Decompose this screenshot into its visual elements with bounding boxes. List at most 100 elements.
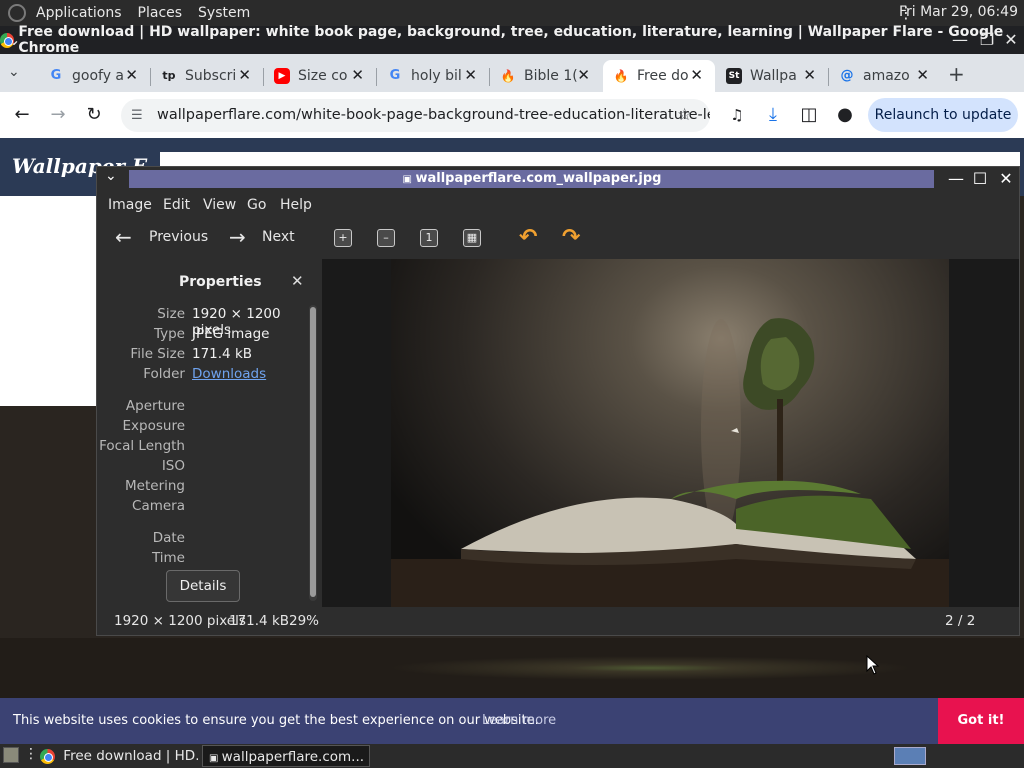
tab-search-icon[interactable]: ⌄ bbox=[8, 64, 20, 80]
site-content-panel bbox=[0, 196, 96, 406]
normal-size-icon[interactable]: 1 bbox=[420, 229, 438, 247]
next-icon[interactable]: → bbox=[229, 225, 246, 249]
details-button[interactable]: Details bbox=[166, 570, 240, 602]
maximize-icon[interactable]: ❐ bbox=[977, 30, 997, 50]
properties-close-icon[interactable]: ✕ bbox=[291, 272, 304, 290]
wallpaper-image bbox=[391, 259, 949, 607]
prop-label: ISO bbox=[161, 458, 185, 474]
tab-label: Wallpa bbox=[750, 68, 797, 84]
cookie-banner: This website uses cookies to ensure you … bbox=[0, 698, 1024, 744]
tab-close-icon[interactable]: ✕ bbox=[238, 66, 251, 84]
tab-close-icon[interactable]: ✕ bbox=[577, 66, 590, 84]
system-menu[interactable]: System bbox=[190, 5, 258, 21]
menu-go[interactable]: Go bbox=[247, 197, 266, 213]
flame-icon: 🔥 bbox=[613, 69, 629, 83]
flame-icon: 🔥 bbox=[500, 69, 516, 83]
applications-menu[interactable]: Applications bbox=[28, 5, 130, 21]
viewer-toolbar: ← Previous → Next + – 1 ▦ ↶ ↷ bbox=[97, 219, 1019, 259]
tab-wallpaper[interactable]: St Wallpa ✕ bbox=[716, 60, 828, 92]
prop-label: Camera bbox=[132, 498, 185, 514]
menu-view[interactable]: View bbox=[203, 197, 236, 213]
tab-strip: G goofy a ✕ tp Subscri ✕ ▶ Size co ✕ G h… bbox=[0, 54, 1024, 92]
tab-label: holy bil bbox=[411, 68, 462, 84]
tab-holy-bible[interactable]: G holy bil ✕ bbox=[377, 60, 489, 92]
cookie-accept-button[interactable]: Got it! bbox=[938, 698, 1024, 744]
viewer-title-bar: ⌄ ▣ wallpaperflare.com_wallpaper.jpg — ☐… bbox=[97, 167, 1019, 191]
places-menu[interactable]: Places bbox=[130, 5, 191, 21]
tab-label: Size co bbox=[298, 68, 348, 84]
distro-logo-icon[interactable] bbox=[8, 4, 26, 22]
show-desktop-icon[interactable] bbox=[3, 747, 19, 763]
close-icon[interactable]: ✕ bbox=[1001, 30, 1021, 50]
tab-close-icon[interactable]: ✕ bbox=[351, 66, 364, 84]
download-icon[interactable]: ⤓ bbox=[762, 104, 784, 126]
prop-label: Focal Length bbox=[99, 438, 185, 454]
workspace-switcher[interactable] bbox=[894, 747, 926, 765]
menu-help[interactable]: Help bbox=[280, 197, 312, 213]
viewer-statusbar: 1920 × 1200 pixels 171.4 kB 29% 2 / 2 bbox=[97, 607, 1019, 635]
taskbar: ⋮ Free download | HD... ▣ wallpaperflare… bbox=[0, 744, 1024, 768]
prop-label: Time bbox=[151, 550, 185, 566]
minimize-icon[interactable]: — bbox=[950, 30, 970, 50]
previous-icon[interactable]: ← bbox=[115, 225, 132, 249]
reload-icon[interactable]: ↻ bbox=[83, 104, 105, 126]
best-fit-icon[interactable]: ▦ bbox=[463, 229, 481, 247]
media-controls-icon[interactable]: ♫ bbox=[726, 104, 748, 126]
taskbar-item-chrome[interactable]: Free download | HD... bbox=[34, 745, 198, 767]
chrome-logo-icon bbox=[0, 32, 15, 48]
tab-close-icon[interactable]: ✕ bbox=[916, 66, 929, 84]
forward-icon[interactable]: → bbox=[47, 104, 69, 126]
tab-close-icon[interactable]: ✕ bbox=[464, 66, 477, 84]
previous-button[interactable]: Previous bbox=[149, 229, 208, 245]
viewer-title: wallpaperflare.com_wallpaper.jpg bbox=[415, 171, 662, 186]
rotate-right-icon[interactable]: ↷ bbox=[562, 225, 580, 250]
profile-icon[interactable]: ● bbox=[834, 104, 856, 126]
tab-close-icon[interactable]: ✕ bbox=[803, 66, 816, 84]
viewer-close-icon[interactable]: ✕ bbox=[995, 168, 1017, 190]
tab-free-download[interactable]: 🔥 Free do ✕ bbox=[603, 60, 715, 92]
status-dimensions: 1920 × 1200 pixels bbox=[114, 613, 246, 629]
tab-label: goofy a bbox=[72, 68, 125, 84]
new-tab-icon[interactable]: + bbox=[948, 62, 965, 86]
prop-label: Date bbox=[152, 530, 185, 546]
relaunch-button[interactable]: Relaunch to update bbox=[868, 98, 1018, 132]
clock[interactable]: Fri Mar 29, 06:49 bbox=[899, 4, 1018, 20]
prop-label: Size bbox=[157, 306, 185, 322]
viewer-maximize-icon[interactable]: ☐ bbox=[969, 168, 991, 190]
bookmark-star-icon[interactable]: ☆ bbox=[677, 99, 692, 132]
tab-size-chart[interactable]: ▶ Size co ✕ bbox=[264, 60, 376, 92]
rotate-left-icon[interactable]: ↶ bbox=[519, 225, 537, 250]
menu-image[interactable]: Image bbox=[108, 197, 152, 213]
prop-label: File Size bbox=[130, 346, 185, 362]
prop-type-value: JPEG image bbox=[192, 326, 270, 342]
zoom-out-icon[interactable]: – bbox=[377, 229, 395, 247]
image-file-icon: ▣ bbox=[209, 753, 222, 764]
zoom-in-icon[interactable]: + bbox=[334, 229, 352, 247]
address-bar[interactable]: ☰ wallpaperflare.com/white-book-page-bac… bbox=[121, 99, 710, 132]
side-panel-icon[interactable]: ◫ bbox=[798, 104, 820, 126]
taskbar-item-viewer[interactable]: ▣ wallpaperflare.com... bbox=[202, 745, 370, 767]
next-button[interactable]: Next bbox=[262, 229, 295, 245]
properties-scrollbar[interactable] bbox=[309, 305, 317, 601]
tab-label: Free do bbox=[637, 68, 689, 84]
tab-close-icon[interactable]: ✕ bbox=[690, 66, 703, 84]
top-panel: Applications Places System ⋮ Fri Mar 29,… bbox=[0, 0, 1024, 26]
url-text[interactable]: wallpaperflare.com/white-book-page-backg… bbox=[157, 107, 710, 123]
tab-goofy[interactable]: G goofy a ✕ bbox=[38, 60, 150, 92]
prop-folder-link[interactable]: Downloads bbox=[192, 366, 266, 382]
back-icon[interactable]: ← bbox=[11, 104, 33, 126]
properties-title: Properties bbox=[179, 274, 262, 290]
tab-bible[interactable]: 🔥 Bible 1( ✕ bbox=[490, 60, 602, 92]
menu-edit[interactable]: Edit bbox=[163, 197, 190, 213]
image-canvas[interactable] bbox=[322, 259, 1019, 607]
viewer-minimize-icon[interactable]: — bbox=[945, 168, 967, 190]
window-title: Free download | HD wallpaper: white book… bbox=[18, 24, 1004, 56]
tab-amazon[interactable]: @ amazo ✕ bbox=[829, 60, 941, 92]
tab-subscribe[interactable]: tp Subscri ✕ bbox=[151, 60, 263, 92]
browser-toolbar: ← → ↻ ☰ wallpaperflare.com/white-book-pa… bbox=[0, 92, 1024, 138]
site-info-icon[interactable]: ☰ bbox=[131, 99, 143, 132]
tab-close-icon[interactable]: ✕ bbox=[125, 66, 138, 84]
cookie-learn-more-link[interactable]: Learn more bbox=[482, 713, 556, 728]
google-icon: G bbox=[50, 68, 62, 83]
status-filesize: 171.4 kB bbox=[229, 613, 290, 629]
